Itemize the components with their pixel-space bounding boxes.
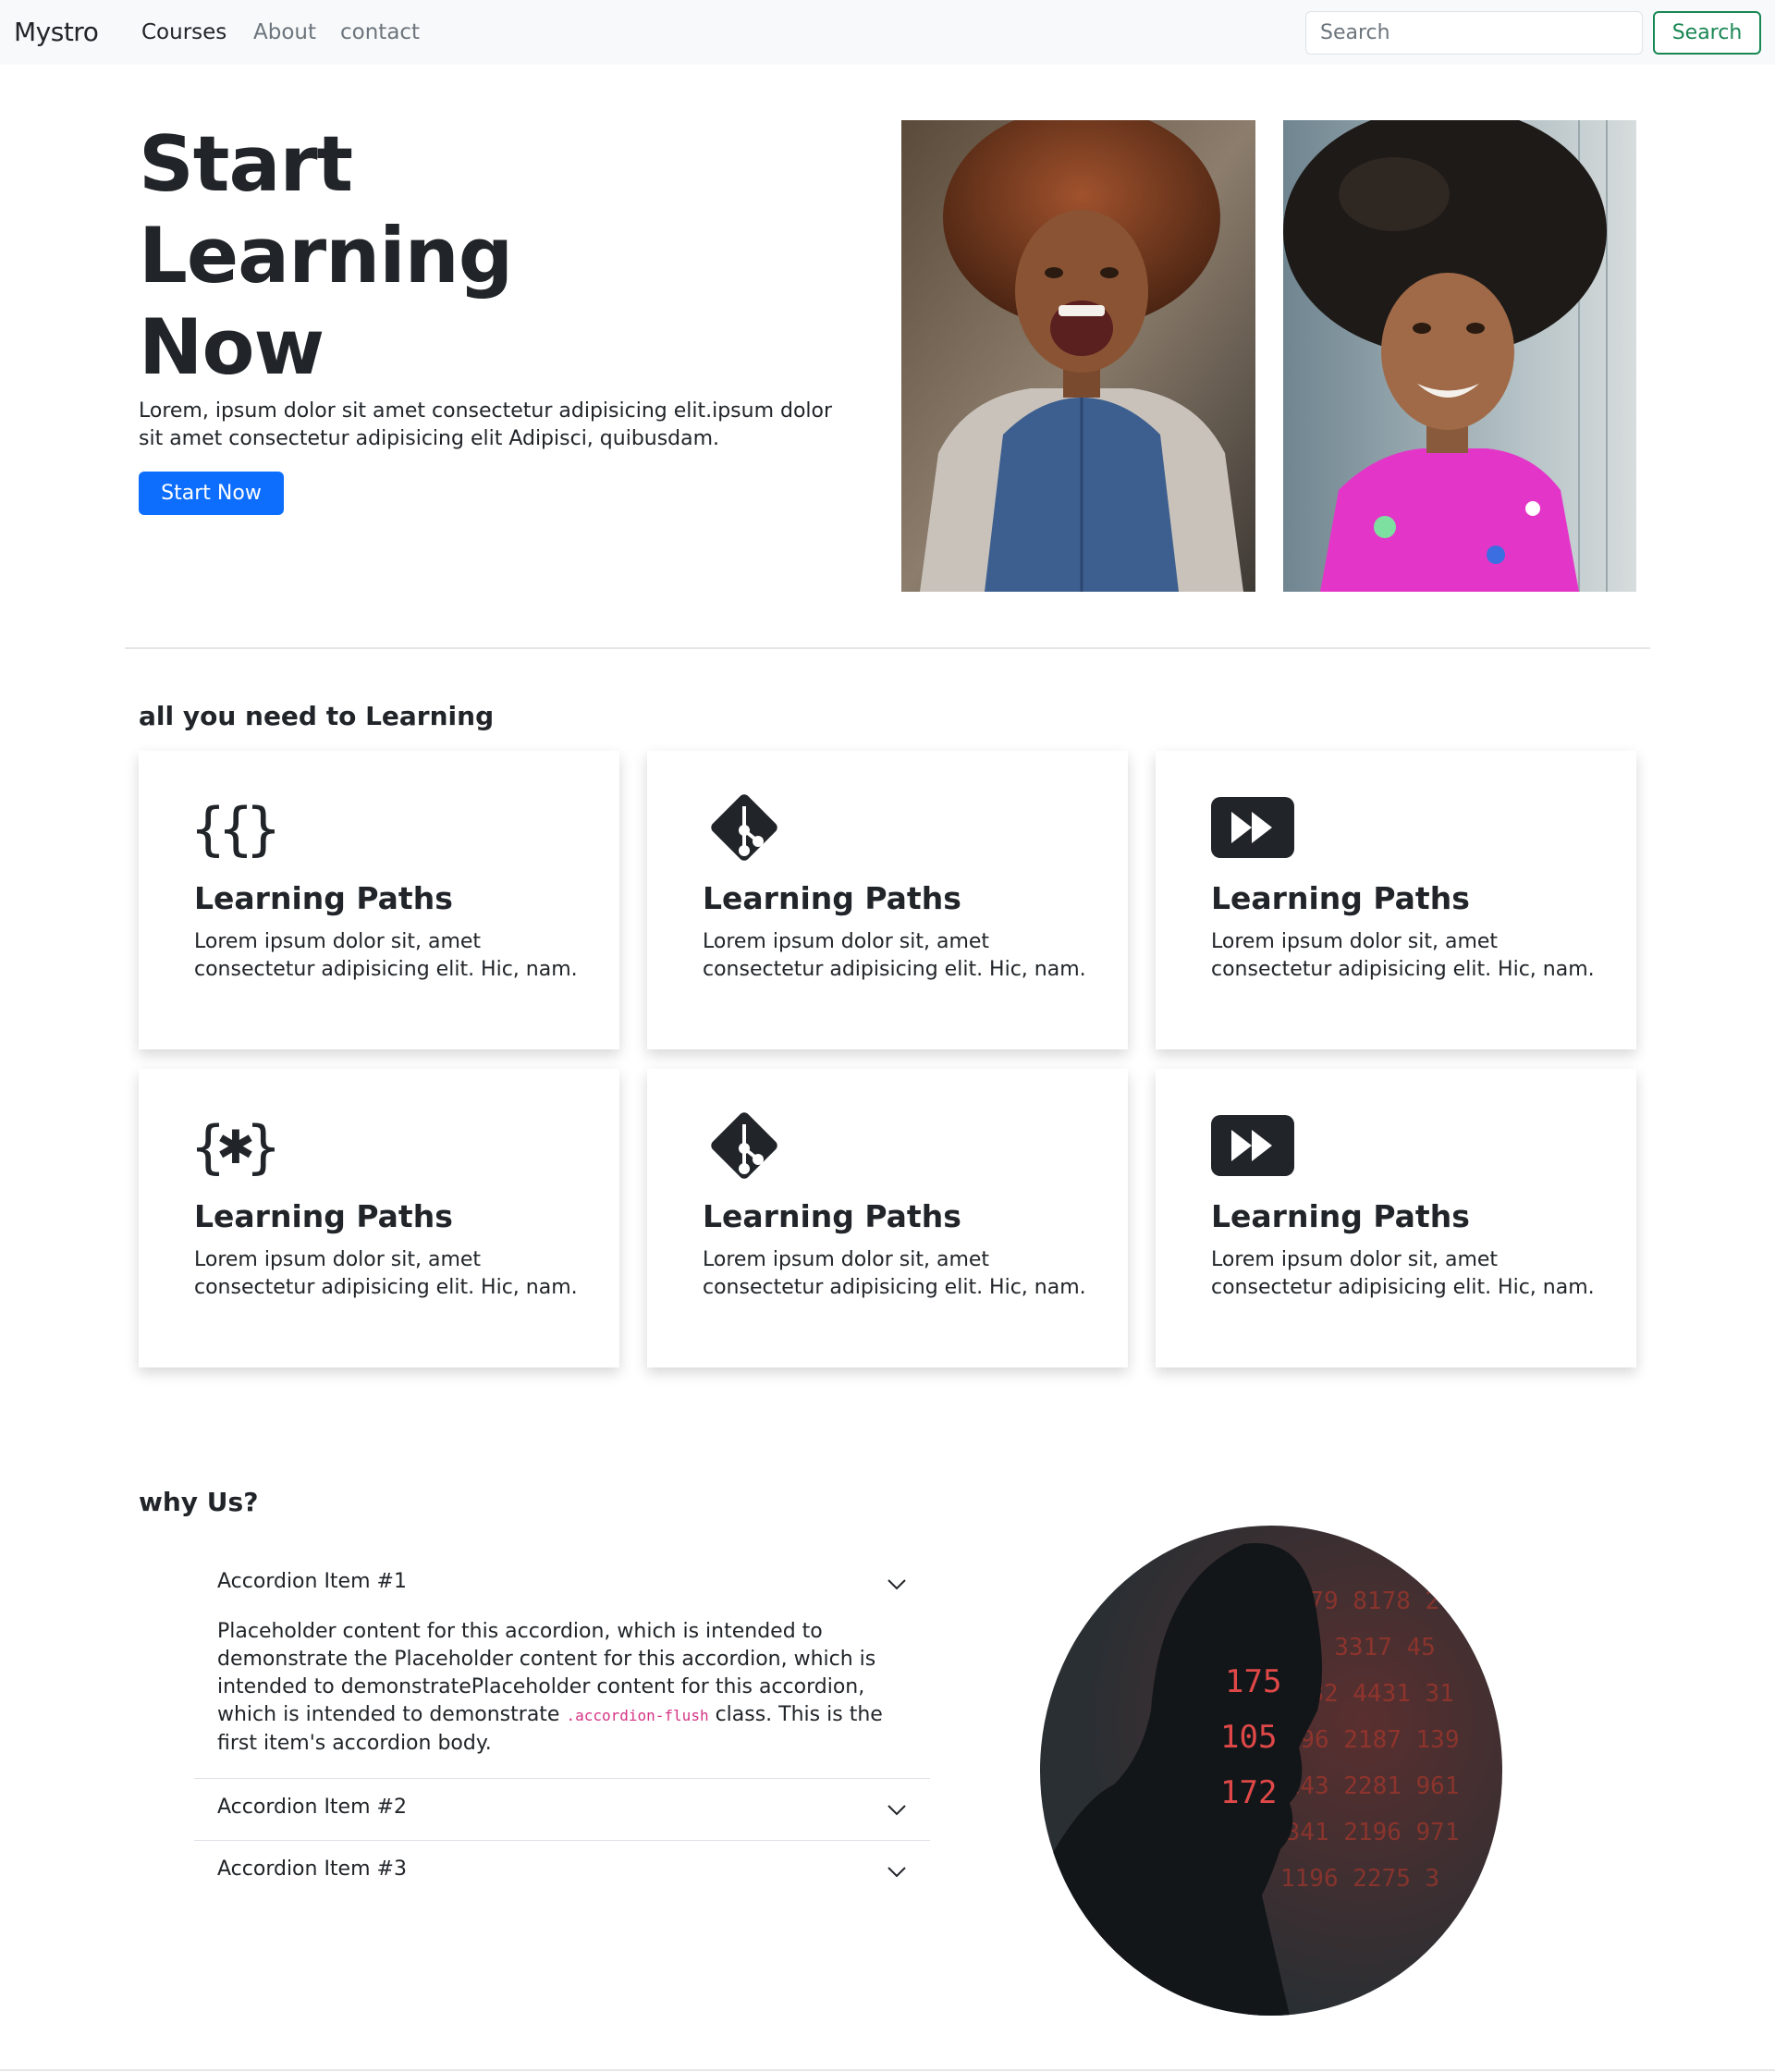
navbar: Mystro Courses About contact Search <box>0 0 1775 65</box>
feature-card: Learning Paths Lorem ipsum dolor sit, am… <box>647 1069 1128 1367</box>
accordion-header-3[interactable]: Accordion Item #3 <box>194 1841 930 1902</box>
accordion-title: Accordion Item #1 <box>217 1570 407 1593</box>
fast-forward-icon <box>1211 797 1294 858</box>
why-us-photo: 2179 8178 2 1152 3317 45 3182 4431 31 21… <box>1040 1526 1502 2016</box>
svg-text:}: } <box>245 1113 277 1181</box>
hero-description: Lorem, ipsum dolor sit amet consectetur … <box>139 399 833 450</box>
card-title: Learning Paths <box>1211 1198 1470 1234</box>
card-title: Learning Paths <box>194 1198 453 1234</box>
feature-card: Learning Paths Lorem ipsum dolor sit, am… <box>1156 1069 1636 1367</box>
card-text: Lorem ipsum dolor sit, amet consectetur … <box>703 1248 1086 1299</box>
hero-photo-girl-pink <box>1283 120 1636 592</box>
card-text: Lorem ipsum dolor sit, amet consectetur … <box>1211 930 1595 981</box>
braces-asterisk-icon: { } { <box>194 795 277 863</box>
section-divider <box>125 647 1650 649</box>
nav-link-about[interactable]: About <box>253 20 316 44</box>
card-text: Lorem ipsum dolor sit, amet consectetur … <box>194 930 578 981</box>
nav-link-contact[interactable]: contact <box>340 20 420 44</box>
fast-forward-icon <box>1211 1115 1294 1176</box>
card-title: Learning Paths <box>703 880 961 916</box>
svg-text:{: { <box>194 795 226 863</box>
hero-title-line: Now <box>139 302 324 392</box>
card-text: Lorem ipsum dolor sit, amet consectetur … <box>194 1248 578 1299</box>
accordion-item: Accordion Item #2 <box>194 1779 930 1841</box>
start-now-button[interactable]: Start Now <box>139 472 284 515</box>
chevron-down-icon <box>888 1805 906 1816</box>
svg-text:105: 105 <box>1220 1719 1277 1756</box>
why-us-heading: why Us? <box>139 1487 259 1517</box>
nav-link-courses[interactable]: Courses <box>141 20 226 44</box>
hero-title: Start Learning Now <box>139 118 786 393</box>
hero-photo-girl-denim <box>901 120 1255 592</box>
feature-card: Learning Paths Lorem ipsum dolor sit, am… <box>1156 751 1636 1049</box>
chevron-up-icon <box>888 1579 906 1590</box>
svg-text:}: } <box>245 795 277 863</box>
brand-logo[interactable]: Mystro <box>14 17 99 47</box>
accordion-header-2[interactable]: Accordion Item #2 <box>194 1779 930 1840</box>
feature-card: { ✱ } Learning Paths Lorem ipsum dolor s… <box>139 1069 619 1367</box>
feature-card: Learning Paths Lorem ipsum dolor sit, am… <box>647 751 1128 1049</box>
accordion-title: Accordion Item #2 <box>217 1796 407 1819</box>
git-icon <box>711 1112 777 1179</box>
hero-title-line: Learning <box>139 211 513 300</box>
features-heading: all you need to Learning <box>139 701 495 731</box>
card-title: Learning Paths <box>194 880 453 916</box>
footer-divider <box>0 2069 1775 2071</box>
card-title: Learning Paths <box>703 1198 961 1234</box>
braces-asterisk-icon: { ✱ } <box>194 1113 277 1181</box>
card-text: Lorem ipsum dolor sit, amet consectetur … <box>1211 1248 1595 1299</box>
search-button[interactable]: Search <box>1653 11 1761 55</box>
accordion-body: Placeholder content for this accordion, … <box>194 1614 930 1778</box>
hero-title-line: Start <box>139 119 353 209</box>
svg-text:1341 2196 971: 1341 2196 971 <box>1271 1819 1460 1846</box>
accordion-title: Accordion Item #3 <box>217 1857 407 1881</box>
accordion-body-code: .accordion-flush <box>566 1707 709 1724</box>
svg-text:1196 2275 3: 1196 2275 3 <box>1280 1865 1439 1893</box>
accordion-header-1[interactable]: Accordion Item #1 <box>194 1553 930 1614</box>
chevron-down-icon <box>888 1867 906 1878</box>
accordion-item: Accordion Item #3 <box>194 1841 930 1902</box>
search-input[interactable] <box>1305 11 1643 55</box>
svg-text:172: 172 <box>1220 1774 1277 1811</box>
card-title: Learning Paths <box>1211 880 1470 916</box>
card-text: Lorem ipsum dolor sit, amet consectetur … <box>703 930 1086 981</box>
accordion: Accordion Item #1 Placeholder content fo… <box>194 1553 930 1902</box>
feature-card: { } { Learning Paths Lorem ipsum dolor s… <box>139 751 619 1049</box>
accordion-item: Accordion Item #1 Placeholder content fo… <box>194 1553 930 1779</box>
git-icon <box>711 794 777 861</box>
svg-text:175: 175 <box>1225 1663 1281 1700</box>
